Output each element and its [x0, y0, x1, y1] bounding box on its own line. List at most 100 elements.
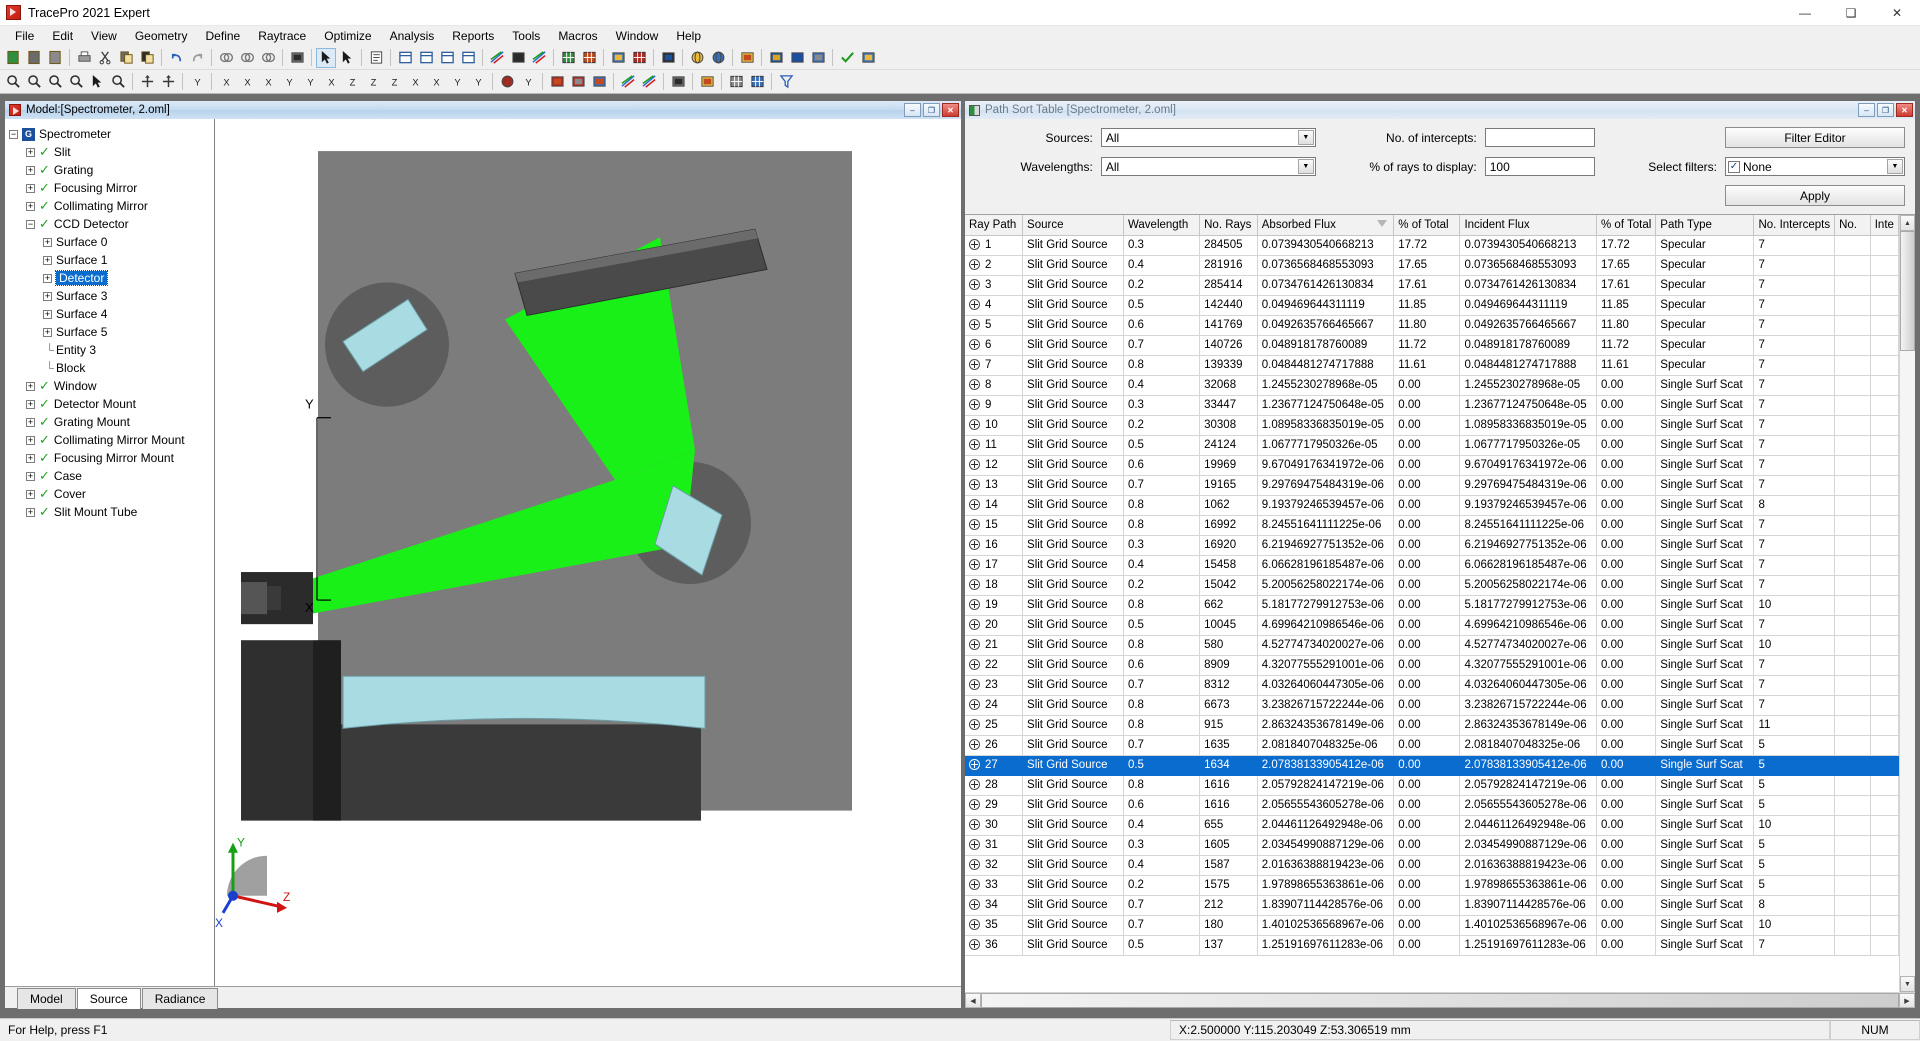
menu-item-define[interactable]: Define [197, 27, 250, 45]
vertical-scroll-thumb[interactable] [1900, 231, 1915, 351]
zoom-previous-icon[interactable] [108, 72, 128, 92]
view-z-icon[interactable]: Z [342, 72, 362, 92]
row-expand-icon[interactable] [969, 939, 980, 950]
irradiance-map-icon[interactable] [558, 48, 578, 68]
horizontal-scrollbar[interactable]: ◀ ▶ [965, 992, 1915, 1008]
column-header-source[interactable]: Source [1022, 215, 1124, 236]
shaded-icon[interactable] [589, 72, 609, 92]
table-row[interactable]: 30 Slit Grid Source 0.4 655 2.04461126492948… [965, 815, 1899, 836]
boolean-union-icon[interactable] [216, 48, 236, 68]
menu-item-analysis[interactable]: Analysis [381, 27, 444, 45]
boolean-intersect-icon[interactable] [258, 48, 278, 68]
minimize-button[interactable]: — [1782, 0, 1828, 26]
table-row[interactable]: 16 Slit Grid Source 0.3 16920 6.219469277513… [965, 535, 1899, 556]
chevron-down-icon[interactable]: ▼ [1887, 159, 1903, 174]
intercepts-input[interactable] [1484, 128, 1595, 147]
view-x-icon[interactable]: X [258, 72, 278, 92]
row-expand-icon[interactable] [969, 859, 980, 870]
row-expand-icon[interactable] [969, 239, 980, 250]
row-expand-icon[interactable] [969, 779, 980, 790]
maximize-button[interactable]: ❑ [1828, 0, 1874, 26]
menu-item-window[interactable]: Window [607, 27, 668, 45]
menu-item-raytrace[interactable]: Raytrace [249, 27, 315, 45]
sphere-icon[interactable] [708, 48, 728, 68]
tree-expand-icon[interactable]: + [26, 489, 35, 499]
profile-plot-icon[interactable] [737, 48, 757, 68]
flat-view-icon[interactable]: Y [518, 72, 538, 92]
row-expand-icon[interactable] [969, 279, 980, 290]
row-expand-icon[interactable] [969, 319, 980, 330]
tree-expand-icon[interactable]: + [26, 471, 35, 481]
tree-expand-icon[interactable]: + [43, 309, 52, 319]
menu-item-geometry[interactable]: Geometry [126, 27, 197, 45]
raytrace-rev-icon[interactable] [529, 48, 549, 68]
chevron-down-icon[interactable]: ▼ [1297, 159, 1314, 174]
pan-icon[interactable] [137, 72, 157, 92]
silhouette-icon[interactable] [547, 72, 567, 92]
properties-icon[interactable] [366, 48, 386, 68]
row-expand-icon[interactable] [969, 839, 980, 850]
tree-expand-icon[interactable]: + [43, 273, 52, 283]
menu-item-tools[interactable]: Tools [503, 27, 549, 45]
table-row[interactable]: 21 Slit Grid Source 0.8 580 4.52774734020027… [965, 635, 1899, 656]
row-expand-icon[interactable] [969, 419, 980, 430]
tree-expand-icon[interactable]: + [26, 381, 35, 391]
row-expand-icon[interactable] [969, 699, 980, 710]
table-row[interactable]: 15 Slit Grid Source 0.8 16992 8.245516411112… [965, 515, 1899, 536]
window-single-icon[interactable] [395, 48, 415, 68]
table-row[interactable]: 14 Slit Grid Source 0.8 1062 9.1937924653945… [965, 495, 1899, 516]
table-row[interactable]: 8 Slit Grid Source 0.4 32068 1.2455230278968… [965, 375, 1899, 396]
tree-node-cover[interactable]: + ✓ Cover [9, 485, 212, 503]
ray-start-icon[interactable] [618, 72, 638, 92]
model-tree[interactable]: − G Spectrometer + ✓ Slit + ✓ Grating + ✓ Focusing … [5, 119, 215, 986]
view-xx-icon[interactable]: X [405, 72, 425, 92]
window-vertical-icon[interactable] [458, 48, 478, 68]
tree-node-surface-5[interactable]: + Surface 5 [9, 323, 212, 341]
cad-wire-icon[interactable] [787, 48, 807, 68]
select-arrow-icon[interactable] [316, 47, 336, 68]
surface-source-icon[interactable] [287, 48, 307, 68]
menu-item-reports[interactable]: Reports [443, 27, 503, 45]
zoom-window-icon[interactable] [45, 72, 65, 92]
tree-expand-icon[interactable]: + [26, 453, 35, 463]
horizontal-scroll-thumb[interactable] [981, 993, 1899, 1008]
color-bar-icon[interactable] [726, 72, 746, 92]
table-row[interactable]: 10 Slit Grid Source 0.2 30308 1.089583368350… [965, 415, 1899, 436]
tree-expand-icon[interactable]: + [26, 183, 35, 193]
tree-node-collimating-mirror[interactable]: + ✓ Collimating Mirror [9, 197, 212, 215]
tree-node-block[interactable]: └ Block [9, 359, 212, 377]
tree-node-collimating-mirror-mount[interactable]: + ✓ Collimating Mirror Mount [9, 431, 212, 449]
vertical-scroll-track[interactable] [1900, 351, 1915, 976]
tree-node-grating[interactable]: + ✓ Grating [9, 161, 212, 179]
column-header-of-total[interactable]: % of Total [1596, 215, 1657, 236]
table-row[interactable]: 32 Slit Grid Source 0.4 1587 2.0163638881942… [965, 855, 1899, 876]
zoom-out-icon[interactable] [24, 72, 44, 92]
polarization-icon[interactable] [608, 48, 628, 68]
tree-node-surface-3[interactable]: + Surface 3 [9, 287, 212, 305]
table-row[interactable]: 11 Slit Grid Source 0.5 24124 1.067771795032… [965, 435, 1899, 456]
row-expand-icon[interactable] [969, 879, 980, 890]
cad-hidden-icon[interactable] [808, 48, 828, 68]
photorealistic-icon[interactable] [658, 48, 678, 68]
3d-irradiance-icon[interactable] [629, 48, 649, 68]
tree-node-spectrometer[interactable]: − G Spectrometer [9, 125, 212, 143]
select-filters-checkbox[interactable]: ✓ [1728, 160, 1740, 173]
table-row[interactable]: 22 Slit Grid Source 0.6 8909 4.3207755529100… [965, 655, 1899, 676]
rotate-icon[interactable] [158, 72, 178, 92]
tree-expand-icon[interactable]: + [43, 291, 52, 301]
cad-solid-icon[interactable] [766, 48, 786, 68]
tree-node-ccd-detector[interactable]: − ✓ CCD Detector [9, 215, 212, 233]
flux-icon[interactable] [668, 72, 688, 92]
sources-dropdown[interactable]: All ▼ [1100, 128, 1316, 147]
view-z3-icon[interactable]: Z [384, 72, 404, 92]
zoom-selection-icon[interactable] [87, 72, 107, 92]
view-xz-icon[interactable]: X [321, 72, 341, 92]
tree-expand-icon[interactable]: + [26, 147, 35, 157]
tree-node-detector[interactable]: + Detector [9, 269, 212, 287]
view-y2-icon[interactable]: Y [300, 72, 320, 92]
wireframe-icon[interactable] [568, 72, 588, 92]
filter-editor-button[interactable]: Filter Editor [1725, 127, 1905, 148]
tree-expand-icon[interactable]: + [43, 327, 52, 337]
table-row[interactable]: 33 Slit Grid Source 0.2 1575 1.9789865536386… [965, 875, 1899, 896]
row-expand-icon[interactable] [969, 759, 980, 770]
